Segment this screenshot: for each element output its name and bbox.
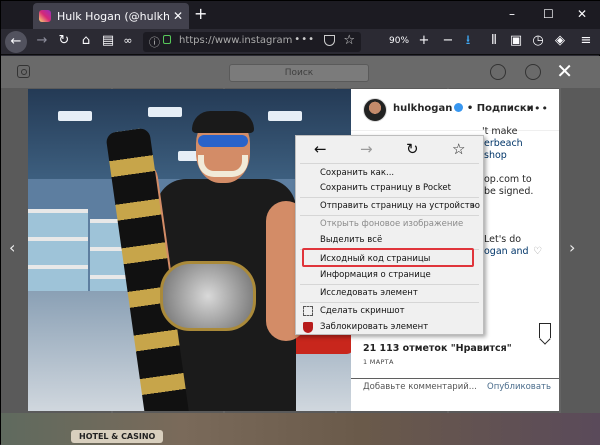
explore-compass-icon[interactable] — [490, 64, 506, 80]
menu-item-select-all[interactable]: Выделить всё — [296, 232, 483, 248]
bookmark-star-icon[interactable]: ☆ — [343, 33, 355, 48]
sidebar-icon[interactable]: ▣ — [507, 33, 525, 49]
bandana — [192, 111, 254, 133]
hamburger-menu-icon[interactable]: ≡ — [577, 33, 595, 49]
site-info-icon[interactable]: ⓘ — [149, 34, 160, 50]
tab-close-icon[interactable]: ✕ — [173, 9, 183, 23]
tab-title: Hulk Hogan (@hulkhogan) • Ф — [57, 9, 169, 23]
menu-item-open-background-image: Открыть фоновое изображение — [320, 219, 464, 229]
mustache — [198, 155, 248, 177]
likes-count[interactable]: 21 113 отметок "Нравится" — [363, 343, 512, 354]
menu-item-send-to-device[interactable]: Отправить страницу на устройство › — [296, 198, 483, 214]
pocket-icon[interactable] — [324, 35, 335, 46]
library-icon[interactable]: ⫴ — [485, 33, 503, 49]
championship-belt-plate — [160, 261, 256, 331]
background-post-strip: HOTEL & CASINO — [1, 413, 600, 445]
view-source-highlight — [302, 248, 474, 267]
new-tab-button[interactable]: + — [194, 6, 207, 22]
comment-row: Добавьте комментарий... Опубликовать — [351, 378, 559, 395]
menu-divider — [300, 163, 479, 164]
menu-item-block-label: Заблокировать элемент — [320, 322, 429, 332]
reader-mode-icon[interactable]: ▤ — [99, 33, 117, 49]
post-username[interactable]: hulkhogan • Подписки — [393, 103, 534, 114]
url-bar[interactable]: ⓘ https://www.instagram ••• ☆ — [143, 32, 361, 52]
url-text[interactable]: https://www.instagram — [179, 35, 299, 46]
browser-window: Hulk Hogan (@hulkhogan) • Ф ✕ + – ☐ ✕ ← … — [0, 0, 600, 445]
caption-link-fragment[interactable]: ogan and — [484, 246, 529, 257]
private-browsing-icon[interactable]: ∞ — [119, 33, 137, 49]
menu-item-send-label: Отправить страницу на устройство — [320, 201, 480, 211]
menu-item-page-info[interactable]: Информация о странице — [296, 267, 483, 283]
comment-input[interactable]: Добавьте комментарий... — [363, 382, 477, 392]
ublock-shield-icon — [303, 322, 313, 333]
previous-post-arrow-icon[interactable]: ‹ — [9, 238, 15, 257]
context-menu: ← → ↻ ☆ Сохранить как... Сохранить стран… — [295, 135, 484, 335]
download-icon[interactable]: ⭳ — [459, 33, 477, 49]
zoom-level[interactable]: 90% — [389, 36, 409, 46]
caption-fragment: be signed. — [484, 186, 534, 197]
zoom-out-icon[interactable]: − — [439, 33, 457, 49]
follow-status[interactable]: • Подписки — [467, 103, 534, 114]
tab-hulkhogan[interactable]: Hulk Hogan (@hulkhogan) • Ф ✕ — [33, 3, 189, 29]
ceiling-light — [58, 111, 92, 121]
instagram-camera-icon[interactable] — [17, 65, 30, 78]
avatar[interactable] — [363, 98, 387, 122]
context-menu-nav-row: ← → ↻ ☆ — [296, 136, 483, 163]
instagram-header: Поиск ✕ — [1, 56, 600, 88]
verified-badge-icon — [454, 103, 464, 112]
lock-icon[interactable] — [163, 35, 171, 44]
page-actions-icon[interactable]: ••• — [294, 34, 315, 45]
comment-like-heart-icon[interactable]: ♡ — [533, 246, 542, 257]
title-bar: Hulk Hogan (@hulkhogan) • Ф ✕ + – ☐ ✕ — [1, 1, 600, 29]
username-text[interactable]: hulkhogan — [393, 103, 452, 114]
instagram-favicon-icon — [39, 10, 51, 22]
hotel-casino-sign: HOTEL & CASINO — [71, 430, 164, 443]
submenu-arrow-icon: › — [471, 201, 475, 210]
menu-item-save-pocket[interactable]: Сохранить страницу в Pocket — [296, 180, 483, 196]
post-options-icon[interactable]: ••• — [527, 102, 549, 115]
caption-fragment: op.com to — [484, 174, 532, 185]
forward-arrow-icon[interactable]: → — [360, 140, 373, 158]
reload-icon[interactable]: ↻ — [406, 140, 419, 158]
caption-link-fragment[interactable]: erbeach — [484, 138, 523, 149]
menu-item-inspect-element[interactable]: Исследовать элемент — [296, 285, 483, 301]
post-header: hulkhogan • Подписки ••• — [351, 89, 559, 131]
back-arrow-icon[interactable]: ← — [5, 31, 27, 53]
nav-toolbar: ← → ↻ ⌂ ▤ ∞ ⓘ https://www.instagram ••• … — [1, 29, 600, 55]
heart-activity-icon[interactable] — [525, 64, 541, 80]
reload-icon[interactable]: ↻ — [55, 33, 73, 49]
menu-item-block-element[interactable]: Заблокировать элемент — [296, 319, 483, 335]
back-arrow-icon[interactable]: ← — [314, 140, 327, 158]
wrestler-figure — [105, 111, 306, 411]
sunglasses — [198, 135, 248, 147]
close-window-button[interactable]: ✕ — [577, 7, 587, 21]
search-input[interactable]: Поиск — [229, 64, 369, 82]
caption-link-fragment[interactable]: shop — [484, 150, 507, 161]
bookmark-star-icon[interactable]: ☆ — [452, 140, 465, 158]
minimize-button[interactable]: – — [509, 7, 515, 21]
menu-item-take-screenshot[interactable]: Сделать скриншот — [296, 303, 483, 319]
menu-item-screenshot-label: Сделать скриншот — [320, 306, 405, 316]
publish-button[interactable]: Опубликовать — [487, 382, 551, 392]
menu-item-save-as[interactable]: Сохранить как... — [296, 165, 483, 181]
maximize-button[interactable]: ☐ — [543, 7, 554, 21]
post-date: 1 МАРТА — [363, 358, 394, 366]
zoom-in-icon[interactable]: + — [415, 33, 433, 49]
pocket-toolbar-icon[interactable]: ◈ — [551, 33, 569, 49]
caption-fragment: Let's do — [484, 234, 522, 245]
next-post-arrow-icon[interactable]: › — [569, 238, 575, 257]
close-overlay-button[interactable]: ✕ — [556, 59, 573, 83]
history-clock-icon[interactable]: ◷ — [529, 33, 547, 49]
forward-arrow-icon[interactable]: → — [33, 33, 51, 49]
home-icon[interactable]: ⌂ — [77, 33, 95, 49]
caption-fragment: 't make — [482, 126, 518, 137]
screenshot-icon — [303, 306, 313, 316]
save-bookmark-icon[interactable] — [539, 323, 551, 338]
